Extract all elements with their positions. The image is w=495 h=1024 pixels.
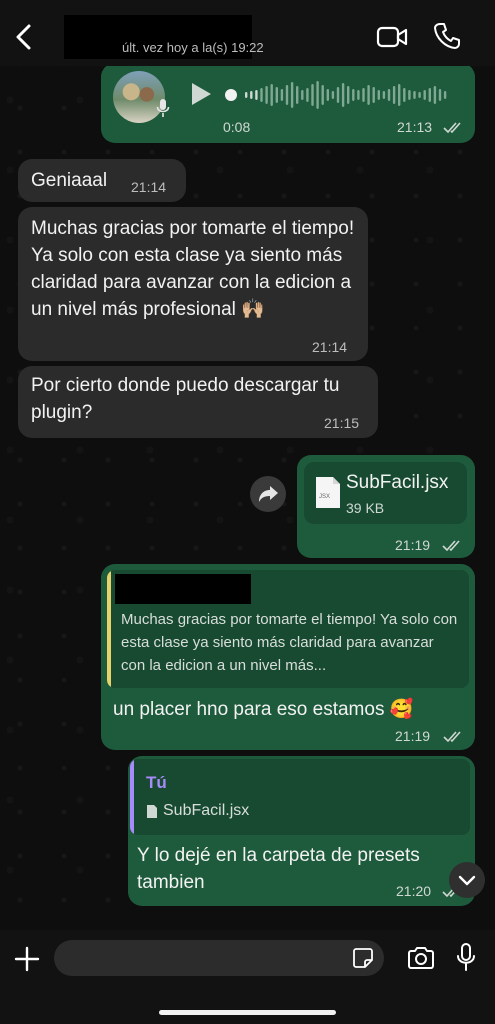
message-time: 21:19 [395,728,431,744]
waveform-bar [443,91,447,99]
waveform-bar [382,91,386,99]
file-name: SubFacil.jsx [346,472,449,493]
waveform-bar [341,83,345,107]
waveform-bar [372,87,375,103]
waveform-bar [438,89,442,101]
waveform-bar [321,85,324,105]
waveform-bar [265,86,268,104]
waveform-bar [270,84,273,106]
forward-icon [259,486,278,502]
message-text: Geniaaal [31,170,108,191]
message-time: 21:13 [397,119,433,135]
message-text: Muchas gracias por tomarte el tiempo! Ya… [31,218,355,320]
document-icon [147,805,157,818]
message-time: 21:14 [131,179,167,195]
quoted-text: Muchas gracias por tomarte el tiempo! Ya… [121,611,458,674]
voice-message-bubble[interactable]: 0:08 21:13 [101,63,475,143]
quoted-file-name: SubFacil.jsx [163,802,250,819]
waveform-bar [306,88,309,102]
waveform-bar [403,88,406,102]
message-text: Por cierto donde puedo descargar tu plug… [31,375,340,423]
file-icon [316,477,340,508]
file-type-label: JSX [319,494,331,500]
video-call-icon[interactable] [376,25,408,49]
waveform-bar [245,92,248,98]
incoming-message[interactable]: Geniaaal 21:14 [18,159,186,202]
microphone-icon[interactable] [456,942,476,972]
waveform-bar [290,82,294,108]
waveform-bar [392,86,396,104]
file-attachment-card[interactable]: JSX SubFacil.jsx 39 KB [304,462,467,524]
message-text: un placer hno para eso estamos 🥰 [113,699,414,720]
waveform-bar [275,87,278,103]
reply-message-bubble[interactable]: Tú SubFacil.jsx Y lo dejé en la carpeta … [128,756,475,906]
waveform-bar [418,92,421,98]
message-time: 21:20 [396,883,432,899]
waveform-bar [280,89,284,101]
voice-duration: 0:08 [223,119,251,135]
waveform-bar [331,91,335,99]
sticker-icon[interactable] [352,947,374,969]
message-input[interactable] [54,940,384,976]
waveform-bar [255,90,258,100]
waveform-bar [413,91,416,99]
file-message-bubble[interactable]: JSX SubFacil.jsx 39 KB 21:19 [297,455,475,558]
quoted-author: Tú [146,773,167,792]
incoming-message[interactable]: Muchas gracias por tomarte el tiempo! Ya… [18,207,368,361]
quote-accent-bar [130,759,134,835]
microphone-icon [156,99,170,117]
composer-bar [0,930,495,1024]
read-ticks-icon [443,731,461,743]
waveform-bar [428,88,431,102]
waveform-bar [296,86,299,104]
waveform-bar [336,87,340,103]
playback-knob[interactable] [225,89,237,101]
quoted-message[interactable]: Muchas gracias por tomarte el tiempo! Ya… [107,570,469,688]
back-arrow-icon[interactable] [10,22,38,52]
read-ticks-icon [442,540,460,552]
message-time: 21:15 [324,415,360,431]
waveform-bar [316,81,319,109]
scroll-to-bottom-button[interactable] [449,862,485,898]
waveform-bar [423,90,426,100]
file-size: 39 KB [346,500,385,516]
plus-icon[interactable] [14,946,40,972]
waveform-bar [347,86,350,104]
waveform-bar [408,90,411,100]
waveform-bar [357,90,360,100]
waveform-bar [398,84,401,106]
read-ticks-icon [443,122,461,134]
phone-call-icon[interactable] [434,22,460,50]
message-time: 21:19 [395,537,431,553]
quoted-author-redacted [115,574,251,604]
camera-icon[interactable] [407,946,435,970]
chat-header: últ. vez hoy a la(s) 19:22 [0,0,495,66]
waveform-bar [352,89,355,101]
play-icon[interactable] [189,81,213,107]
waveform-bar [433,86,437,104]
home-indicator [159,1010,336,1015]
quote-accent-bar [107,570,111,688]
waveform-bar [326,89,329,101]
chevron-down-icon [458,875,476,886]
voice-waveform[interactable] [223,79,451,111]
waveform-bar [250,91,253,99]
waveform-bar [377,90,380,100]
last-seen-status: últ. vez hoy a la(s) 19:22 [122,40,264,55]
waveform-bar [260,88,263,102]
reply-message-bubble[interactable]: Muchas gracias por tomarte el tiempo! Ya… [101,564,475,750]
forward-button[interactable] [250,476,286,512]
waveform-bar [311,84,314,106]
waveform-bar [387,89,391,101]
quoted-message[interactable]: Tú SubFacil.jsx [130,759,470,835]
incoming-message[interactable]: Por cierto donde puedo descargar tu plug… [18,366,378,438]
waveform-bar [285,85,289,105]
waveform-bar [301,90,304,100]
waveform-bar [362,88,365,102]
message-time: 21:14 [312,339,348,355]
waveform-bar [367,85,370,105]
